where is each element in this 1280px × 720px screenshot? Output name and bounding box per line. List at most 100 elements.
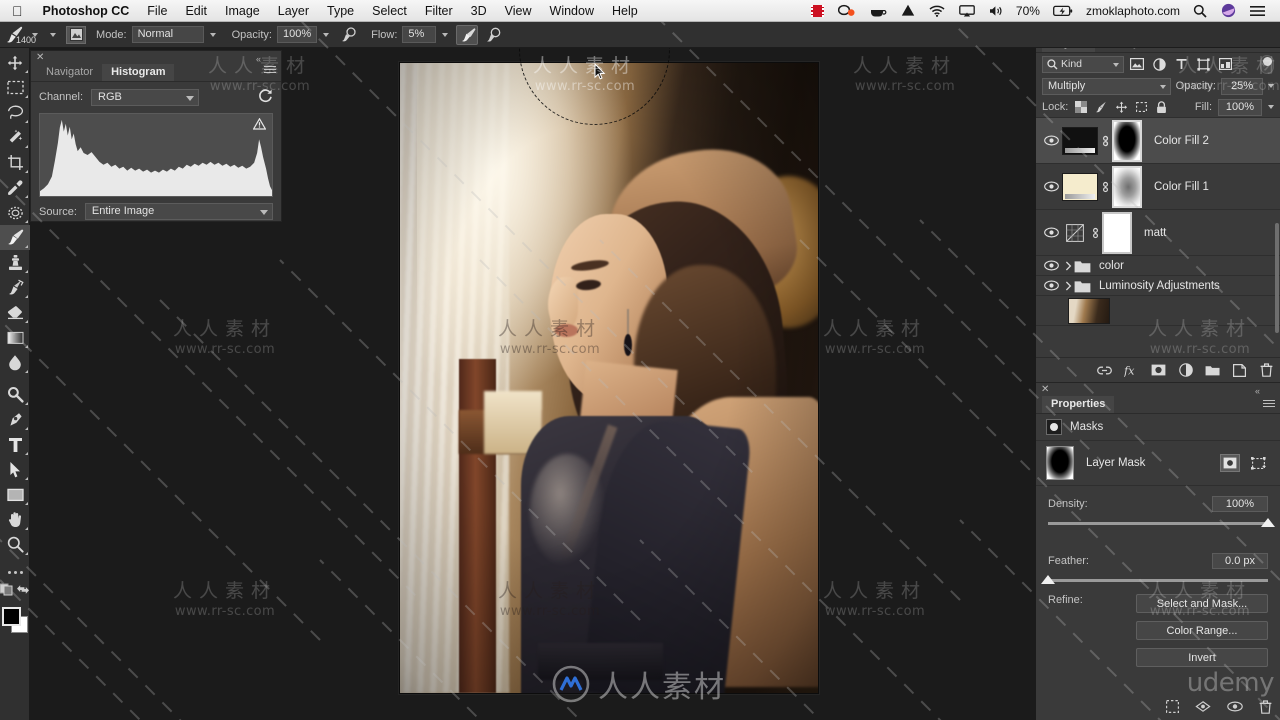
chevron-right-icon[interactable]: [1062, 281, 1074, 291]
magic-wand-tool[interactable]: [0, 125, 30, 150]
density-value[interactable]: 100%: [1212, 496, 1268, 512]
delete-layer-icon[interactable]: [1259, 363, 1274, 378]
menu-app-name[interactable]: Photoshop CC: [34, 4, 139, 18]
layer-visibility-icon[interactable]: [1040, 227, 1062, 238]
density-slider[interactable]: [1048, 518, 1275, 527]
layer-mask-thumbnail[interactable]: [1112, 119, 1142, 162]
collapse-panel-icon[interactable]: «: [1255, 386, 1260, 396]
panel-menu-icon[interactable]: [264, 64, 276, 75]
vector-mask-icon[interactable]: [1248, 454, 1268, 472]
layer-row[interactable]: Luminosity Adjustments: [1036, 276, 1280, 296]
lock-image-pixels-icon[interactable]: [1094, 100, 1108, 115]
new-adjustment-layer-icon[interactable]: [1178, 363, 1193, 378]
adjustment-filter-icon[interactable]: [1150, 56, 1168, 73]
move-tool[interactable]: [0, 50, 30, 75]
battery-icon[interactable]: [1046, 5, 1080, 17]
layer-row[interactable]: matt: [1036, 210, 1280, 256]
add-layer-mask-icon[interactable]: [1151, 363, 1166, 378]
eraser-tool[interactable]: [0, 300, 30, 325]
fill-chevron-icon[interactable]: [1268, 105, 1274, 109]
pixel-mask-icon[interactable]: [1220, 454, 1240, 472]
path-selection-tool[interactable]: [0, 457, 30, 482]
layer-row[interactable]: Color Fill 1: [1036, 164, 1280, 210]
pressure-size-icon[interactable]: [482, 25, 504, 45]
opacity-value[interactable]: 100%: [276, 26, 318, 43]
properties-panel[interactable]: ✕ « Properties Masks Layer Mask Density:…: [1036, 383, 1280, 720]
filter-kind-select[interactable]: Kind: [1042, 55, 1124, 73]
gradient-tool[interactable]: [0, 325, 30, 350]
history-brush-tool[interactable]: [0, 275, 30, 300]
close-icon[interactable]: ✕: [36, 53, 46, 63]
blend-mode-value[interactable]: Normal: [131, 26, 204, 43]
notification-center-icon[interactable]: [1243, 5, 1272, 17]
menu-item-help[interactable]: Help: [603, 4, 647, 18]
shape-filter-icon[interactable]: [1194, 56, 1212, 73]
new-group-icon[interactable]: [1205, 363, 1220, 378]
lock-artboard-icon[interactable]: [1134, 100, 1148, 115]
hand-tool[interactable]: [0, 507, 30, 532]
flow-chevron-icon[interactable]: [442, 32, 449, 37]
source-select[interactable]: Entire Image: [84, 203, 273, 220]
layer-visibility-icon[interactable]: [1040, 260, 1062, 271]
smart-object-filter-icon[interactable]: [1216, 56, 1234, 73]
tab-properties[interactable]: Properties: [1042, 396, 1115, 413]
layer-list[interactable]: Color Fill 2 Color Fill 1 matt color Lum…: [1036, 118, 1280, 348]
link-mask-icon[interactable]: [1098, 180, 1112, 194]
menu-item-window[interactable]: Window: [541, 4, 603, 18]
toggle-mask-icon[interactable]: [1227, 701, 1243, 715]
brush-preset-chevron-icon[interactable]: [50, 32, 57, 37]
menu-item-layer[interactable]: Layer: [269, 4, 318, 18]
more-tools-icon[interactable]: [0, 564, 30, 580]
menu-item-filter[interactable]: Filter: [416, 4, 462, 18]
account-name-label[interactable]: zmoklaphoto.com: [1080, 4, 1186, 18]
quick-mask-icon[interactable]: [0, 583, 15, 599]
blur-tool[interactable]: [0, 350, 30, 375]
link-mask-icon[interactable]: [1088, 226, 1102, 240]
opacity-chevron-icon[interactable]: [1268, 84, 1274, 88]
layer-visibility-icon[interactable]: [1040, 135, 1062, 146]
flow-value[interactable]: 5%: [402, 26, 437, 43]
siri-icon[interactable]: [1214, 3, 1243, 18]
layer-row[interactable]: [1036, 296, 1280, 326]
fill-value[interactable]: 100%: [1218, 98, 1262, 116]
type-filter-icon[interactable]: [1172, 56, 1190, 73]
layer-thumbnail[interactable]: [1068, 297, 1110, 324]
layer-blend-mode-select[interactable]: Multiply: [1042, 77, 1171, 95]
pressure-opacity-icon[interactable]: [337, 25, 359, 45]
volume-icon[interactable]: [982, 5, 1010, 17]
close-icon[interactable]: ✕: [1041, 385, 1051, 395]
brush-tool[interactable]: [0, 225, 30, 250]
delete-mask-icon[interactable]: [1259, 699, 1272, 717]
tab-navigator[interactable]: Navigator: [37, 64, 102, 81]
pen-tool[interactable]: [0, 407, 30, 432]
lock-position-icon[interactable]: [1114, 100, 1128, 115]
refresh-icon[interactable]: [258, 88, 273, 106]
foreground-color-swatch[interactable]: [2, 607, 21, 626]
curves-adjustment-icon[interactable]: [1062, 219, 1088, 247]
spot-healing-brush-tool[interactable]: [0, 200, 30, 225]
new-layer-icon[interactable]: [1232, 363, 1247, 378]
wifi-icon[interactable]: [922, 5, 952, 17]
layer-row[interactable]: color: [1036, 256, 1280, 276]
rectangular-marquee-tool[interactable]: [0, 75, 30, 100]
menu-item-file[interactable]: File: [138, 4, 176, 18]
layer-mask-thumbnail[interactable]: [1102, 211, 1132, 254]
menu-item-image[interactable]: Image: [216, 4, 269, 18]
invert-button[interactable]: Invert: [1136, 648, 1268, 667]
cloud-dot-icon[interactable]: [831, 4, 863, 17]
layer-row[interactable]: Color Fill 2: [1036, 118, 1280, 164]
select-and-mask-button[interactable]: Select and Mask...: [1136, 594, 1268, 613]
clone-stamp-tool[interactable]: [0, 250, 30, 275]
histogram-panel[interactable]: ✕ « Navigator Histogram Channel: RGB Sou…: [30, 50, 282, 222]
layers-scrollbar[interactable]: [1275, 223, 1279, 333]
menu-item-3d[interactable]: 3D: [462, 4, 496, 18]
layer-visibility-icon[interactable]: [1040, 280, 1062, 291]
link-mask-icon[interactable]: [1098, 134, 1112, 148]
channel-select[interactable]: RGB: [91, 88, 200, 106]
layer-opacity-value[interactable]: 25%: [1221, 77, 1263, 95]
rectangle-tool[interactable]: [0, 482, 30, 507]
menu-item-edit[interactable]: Edit: [176, 4, 216, 18]
crop-tool[interactable]: [0, 150, 30, 175]
apple-logo-icon[interactable]: : [0, 4, 34, 18]
layer-visibility-icon[interactable]: [1040, 181, 1062, 192]
